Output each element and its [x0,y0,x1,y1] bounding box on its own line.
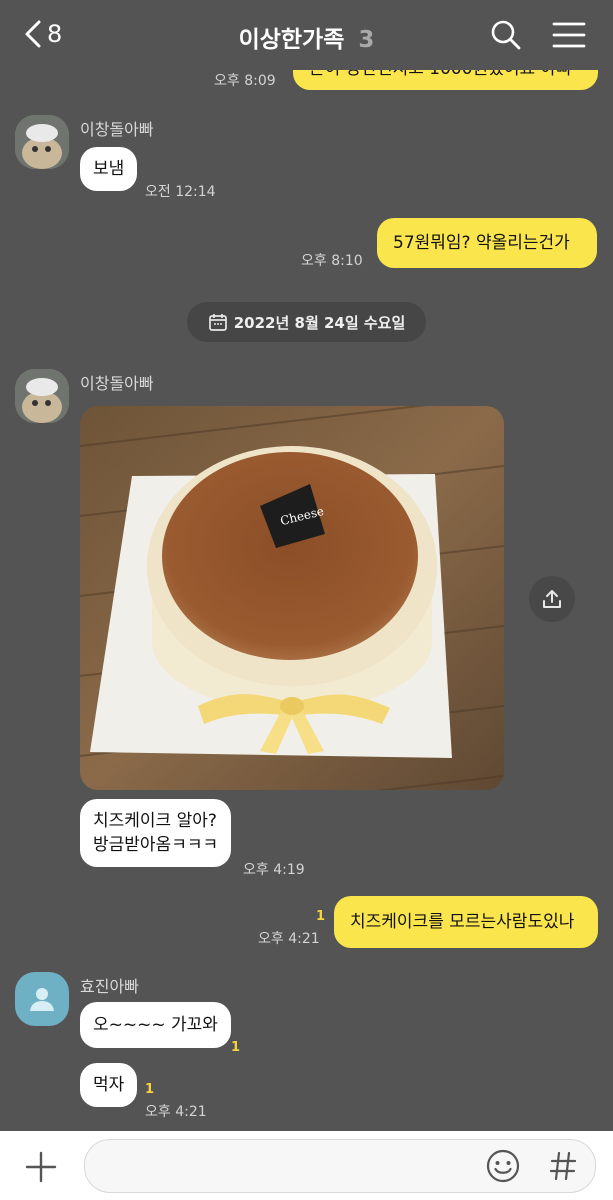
input-bar [0,1131,613,1200]
share-button[interactable] [529,576,575,622]
message-time: 오후 8:10 [301,253,363,269]
avatar[interactable] [15,115,69,169]
chat-room-title: 이상한가족 [238,27,345,53]
message-time: 오후 4:19 [243,862,305,878]
avatar[interactable] [15,369,69,423]
sender-name: 이창돌아빠 [80,374,154,393]
search-icon[interactable] [490,19,522,51]
hash-icon[interactable] [549,1151,577,1181]
message-bubble-received[interactable]: 치즈케이크 알아? 방금받아옴ㅋㅋㅋ [80,799,232,867]
sender-name: 효진아빠 [80,977,139,996]
sender-name: 이창돌아빠 [80,120,154,139]
message-time: 오후 4:21 [145,1104,207,1120]
date-text: 2022년 8월 24일 수요일 [233,313,406,332]
message-bubble-received[interactable]: 오~~~~ 가꼬와 [80,1002,231,1048]
calendar-icon [208,314,227,331]
message-text: 오~~~~ 가꼬와 [93,1015,218,1035]
message-text: 먹자 [93,1075,125,1095]
message-text: 57원뭐임? 약올리는건가 [393,233,570,253]
header: 8 이상한가족 3 [0,0,613,70]
message-time: 오후 8:09 [214,73,276,89]
message-time: 오후 4:21 [258,931,320,947]
default-profile-icon [30,988,54,1011]
unread-count: 1 [316,909,326,924]
date-divider: 2022년 8월 24일 수요일 [187,302,426,342]
message-text-line: 치즈케이크 알아? [93,811,217,831]
share-icon [543,590,561,608]
message-bubble-sent[interactable]: 57원뭐임? 약올리는건가 [377,218,597,268]
photo-message[interactable]: Cheese [80,406,504,790]
plus-icon[interactable] [25,1151,57,1183]
message-bubble-received[interactable]: 보냄 [80,147,138,191]
unread-count: 1 [231,1040,241,1055]
message-bubble-sent[interactable]: 치즈케이크를 모르는사람도있나 [334,896,598,948]
message-text: 치즈케이크를 모르는사람도있나 [350,912,575,932]
cat-avatar-icon [15,369,69,423]
message-time: 오전 12:14 [145,184,216,200]
member-count: 3 [358,27,375,53]
message-text: 보냄 [93,159,125,179]
unread-count: 1 [145,1082,155,1097]
message-bubble-received[interactable]: 먹자 [80,1063,138,1107]
cheesecake-photo: Cheese [80,406,504,790]
message-text-line: 방금받아옴ㅋㅋㅋ [93,835,219,855]
emoji-icon[interactable] [485,1148,521,1184]
avatar[interactable] [15,972,69,1026]
menu-icon[interactable] [552,21,586,49]
cat-avatar-icon [15,115,69,169]
